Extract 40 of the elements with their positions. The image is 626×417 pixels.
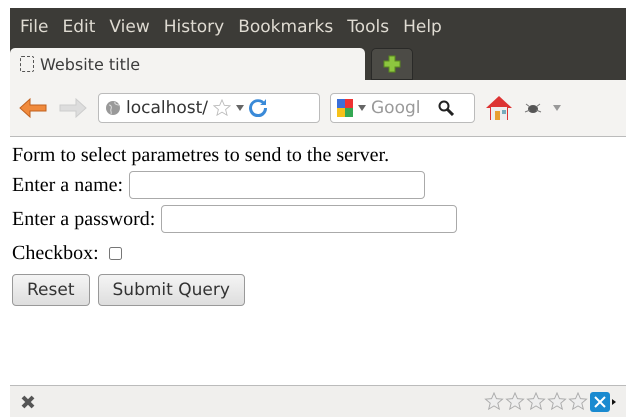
- new-tab-button[interactable]: [371, 48, 413, 80]
- star-icon[interactable]: [213, 99, 232, 117]
- plus-icon: [383, 55, 401, 73]
- back-icon[interactable]: [18, 97, 48, 119]
- menu-item[interactable]: Tools: [347, 17, 390, 37]
- search-bar[interactable]: Googl: [330, 93, 475, 123]
- password-field[interactable]: [161, 205, 458, 233]
- address-bar[interactable]: localhost/: [98, 93, 320, 123]
- star-icon: [484, 392, 504, 411]
- dropdown-icon[interactable]: [358, 105, 366, 111]
- field-label: Enter a password:: [12, 208, 156, 230]
- star-icon: [568, 392, 588, 411]
- menu-item[interactable]: File: [20, 17, 48, 37]
- home-icon[interactable]: [485, 95, 513, 121]
- menu-item[interactable]: Help: [403, 17, 442, 37]
- search-icon[interactable]: [438, 100, 454, 116]
- globe-icon: [105, 100, 121, 116]
- star-rating[interactable]: [484, 392, 588, 411]
- checkbox[interactable]: [108, 246, 122, 260]
- star-icon: [547, 392, 567, 411]
- addon-icon[interactable]: [590, 392, 616, 412]
- dropdown-icon[interactable]: [236, 105, 244, 111]
- engine-icon[interactable]: [337, 99, 353, 117]
- form-button[interactable]: Reset: [12, 274, 90, 306]
- field-label: Enter a name:: [12, 174, 124, 196]
- dropdown-icon[interactable]: [553, 105, 561, 111]
- star-icon: [505, 392, 525, 411]
- menu-item[interactable]: View: [109, 17, 150, 37]
- field-label: Checkbox:: [12, 242, 99, 264]
- menu-item[interactable]: Edit: [62, 17, 96, 37]
- form-intro: Form to select parametres to send to the server.: [12, 143, 390, 168]
- menu-item[interactable]: History: [164, 17, 224, 37]
- reload-icon[interactable]: [249, 99, 268, 117]
- name-field[interactable]: [129, 171, 426, 199]
- menu-item[interactable]: Bookmarks: [238, 17, 334, 37]
- close-icon[interactable]: [20, 394, 36, 410]
- browser-tab[interactable]: Website title: [10, 48, 365, 80]
- star-icon: [526, 392, 546, 411]
- page-icon: [20, 56, 34, 72]
- form-button[interactable]: Submit Query: [98, 274, 245, 306]
